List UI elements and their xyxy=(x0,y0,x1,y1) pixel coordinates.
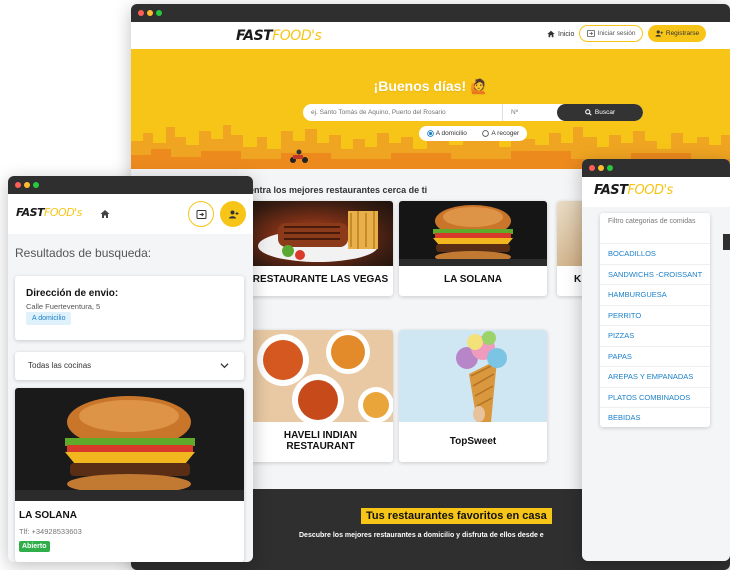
restaurant-name: LA SOLANA xyxy=(19,510,77,521)
restaurant-photo xyxy=(399,330,547,422)
delivery-radio[interactable]: A domicilio xyxy=(426,130,467,137)
add-user-icon xyxy=(655,30,663,37)
restaurant-name: HAVELI INDIAN RESTAURANT xyxy=(283,430,358,452)
add-user-icon xyxy=(228,210,238,218)
category-item[interactable]: PLATOS COMBINADOS xyxy=(600,386,710,408)
greeting-title: ¡Buenos días! 🙋 xyxy=(373,78,488,94)
restaurant-photo xyxy=(15,388,244,501)
search-button[interactable]: Buscar xyxy=(557,104,643,121)
restaurant-result-card[interactable]: LA SOLANA Tlf: +34928533603 Abierto xyxy=(15,388,244,562)
burger-illustration xyxy=(399,205,547,266)
category-item[interactable]: PIZZAS xyxy=(600,325,710,346)
search-bar: Buscar xyxy=(303,104,643,121)
burger-illustration xyxy=(15,396,244,501)
category-item[interactable]: PERRITO xyxy=(600,304,710,326)
restaurant-photo xyxy=(248,201,393,266)
header: FASTFOOD's xyxy=(582,177,730,207)
login-icon xyxy=(586,30,595,37)
street-number-input[interactable] xyxy=(505,104,555,121)
cuisine-select[interactable]: Todas las cocinas xyxy=(15,352,244,380)
category-item[interactable]: BOCADILLOS xyxy=(600,243,710,264)
search-icon xyxy=(585,109,592,116)
category-item[interactable]: PAPAS xyxy=(600,345,710,367)
home-icon[interactable] xyxy=(100,209,110,219)
cuisine-select-value: Todas las cocinas xyxy=(28,361,92,370)
site-logo[interactable]: FASTFOOD's xyxy=(236,28,322,44)
close-window-icon[interactable] xyxy=(589,165,595,171)
category-item[interactable]: BEBIDAS xyxy=(600,407,710,427)
grilled-meat-illustration xyxy=(258,211,378,262)
address-label: Dirección de envio: xyxy=(26,288,119,299)
restaurant-photo xyxy=(399,201,547,266)
window-titlebar xyxy=(8,176,253,194)
restaurant-card-las-vegas[interactable]: RESTAURANTE LAS VEGAS xyxy=(248,201,393,296)
delivery-badge: A domicilio xyxy=(26,312,72,325)
category-item[interactable]: AREPAS Y EMPANADAS xyxy=(600,366,710,387)
nav-home-link[interactable]: Inicio xyxy=(547,30,574,38)
register-button[interactable] xyxy=(220,201,246,227)
restaurant-name: LA SOLANA xyxy=(444,274,502,285)
minimize-window-icon[interactable] xyxy=(598,165,604,171)
address-input[interactable] xyxy=(303,104,503,121)
restaurant-name: RESTAURANTE LAS VEGAS xyxy=(252,274,389,285)
section-title: Encuentra los mejores restaurantes cerca… xyxy=(227,185,428,195)
maximize-window-icon[interactable] xyxy=(607,165,613,171)
register-button[interactable]: Registrarse xyxy=(648,25,706,42)
window-titlebar xyxy=(131,4,730,22)
restaurant-photo xyxy=(248,330,393,426)
maximize-window-icon[interactable] xyxy=(156,10,162,16)
delivery-mode-toggle: A domicilio A recoger xyxy=(419,126,527,141)
window-titlebar xyxy=(582,159,730,177)
category-item[interactable]: HAMBURGUESA xyxy=(600,284,710,305)
delivery-address-card: Dirección de envio: Calle Fuerteventura,… xyxy=(15,276,244,340)
curry-dishes-illustration xyxy=(257,330,393,426)
mobile-header: FASTFOOD's xyxy=(8,194,253,234)
login-button[interactable]: Iniciar sesión xyxy=(579,25,643,42)
ice-cream-illustration xyxy=(456,331,507,422)
address-value: Calle Fuerteventura, 5 xyxy=(26,302,101,311)
login-button[interactable] xyxy=(188,201,214,227)
site-logo[interactable]: FASTFOOD's xyxy=(594,183,673,198)
favorites-title: Tus restaurantes favoritos en casa xyxy=(361,508,552,524)
maximize-window-icon[interactable] xyxy=(33,182,39,188)
restaurant-name: K xyxy=(574,274,582,285)
close-window-icon[interactable] xyxy=(15,182,21,188)
content-edge-bar xyxy=(723,234,730,250)
favorites-subtitle: Descubre los mejores restaurantes a domi… xyxy=(299,532,544,539)
scooter-icon xyxy=(290,149,308,163)
chevron-down-icon xyxy=(220,363,229,369)
radio-selected-icon xyxy=(426,130,434,137)
minimize-window-icon[interactable] xyxy=(147,10,153,16)
restaurant-card-topsweet[interactable]: TopSweet xyxy=(399,330,547,462)
category-browser-window: FASTFOOD's Filtro categorias de comidas … xyxy=(582,159,730,561)
home-icon xyxy=(547,30,555,38)
category-item[interactable]: SANDWICHS -CROISSANT xyxy=(600,263,710,285)
pickup-radio[interactable]: A recoger xyxy=(482,130,519,137)
results-title: Resultados de busqueda: xyxy=(15,246,152,260)
status-badge: Abierto xyxy=(19,541,50,552)
restaurant-phone: Tlf: +34928533603 xyxy=(19,527,82,536)
login-icon xyxy=(196,209,206,219)
restaurant-name: TopSweet xyxy=(449,436,497,447)
delivery-rider-illustration xyxy=(289,149,309,163)
restaurant-card-la-solana[interactable]: LA SOLANA xyxy=(399,201,547,296)
category-filter-panel: Filtro categorias de comidas BOCADILLOS … xyxy=(600,213,710,427)
restaurant-card-haveli[interactable]: HAVELI INDIAN RESTAURANT xyxy=(248,330,393,462)
minimize-window-icon[interactable] xyxy=(24,182,30,188)
site-logo[interactable]: FASTFOOD's xyxy=(16,206,82,219)
close-window-icon[interactable] xyxy=(138,10,144,16)
filter-title: Filtro categorias de comidas xyxy=(608,218,696,225)
mobile-browser-window: FASTFOOD's Resultados de busqueda: Direc… xyxy=(8,176,253,562)
radio-unselected-icon xyxy=(482,130,490,137)
